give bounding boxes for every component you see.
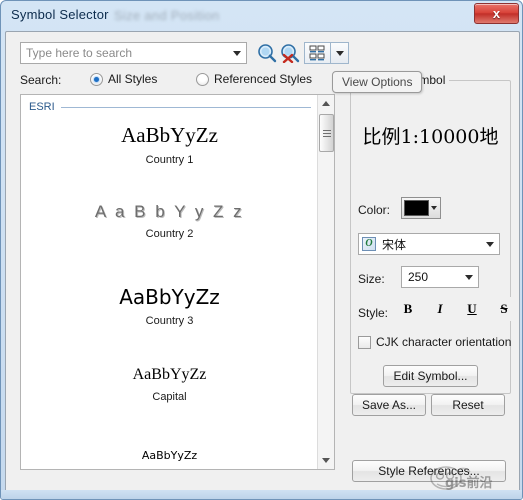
radio-referenced-styles[interactable]: Referenced Styles — [196, 72, 312, 86]
window-title-ghost-text: Size and Position — [114, 8, 220, 23]
edit-symbol-button[interactable]: Edit Symbol... — [383, 365, 478, 387]
view-options-button[interactable] — [304, 42, 330, 64]
symbol-sample: AaBbYyZz — [132, 366, 207, 383]
strikethrough-button[interactable]: S — [490, 297, 518, 321]
symbol-sample: AaBbYyZz — [121, 123, 218, 147]
view-options-dropdown-button[interactable] — [330, 42, 349, 64]
list-item[interactable]: AaBbYyZz Country 1 — [21, 125, 318, 166]
underline-button[interactable]: U — [458, 297, 486, 321]
window-bottom-edge — [1, 490, 522, 499]
bold-button[interactable]: B — [394, 297, 422, 321]
italic-button[interactable]: I — [426, 297, 454, 321]
window-title: Symbol Selector — [11, 7, 109, 22]
style-label: Style: — [358, 306, 389, 320]
title-bar[interactable]: Symbol Selector Size and Position x — [1, 1, 522, 31]
symbol-preview: 比例1:10000地 — [351, 90, 510, 184]
size-combo[interactable]: 250 — [401, 266, 479, 288]
clear-search-icon[interactable] — [280, 43, 300, 64]
cjk-character-orientation-checkbox[interactable]: CJK character orientation — [358, 335, 511, 349]
checkbox-mark — [358, 335, 371, 349]
font-combo[interactable]: O 宋体 — [358, 233, 500, 255]
style-references-button[interactable]: Style References... — [352, 460, 506, 482]
symbol-category-label: ESRI — [29, 101, 55, 113]
symbol-list-scroll-area: ESRI AaBbYyZz Country 1 A a B b Y y Z z … — [21, 95, 318, 469]
chevron-down-icon — [486, 241, 494, 247]
radio-referenced-styles-mark — [196, 72, 209, 86]
color-swatch-button[interactable] — [401, 197, 441, 219]
search-icon-svg — [258, 44, 277, 63]
color-dropdown-arrow[interactable] — [429, 206, 438, 210]
scroll-down-icon[interactable] — [318, 452, 334, 469]
list-item[interactable]: A a B b Y y Z z Country 2 — [21, 203, 318, 240]
chevron-down-icon — [465, 274, 473, 280]
dialog-client-area: Search: All Styles Referenced Styles ESR… — [5, 31, 520, 499]
symbol-label: Capital — [152, 391, 187, 403]
list-item[interactable]: AaBbYyZz Capital — [21, 367, 318, 403]
chevron-down-icon — [233, 50, 241, 56]
save-as-button[interactable]: Save As... — [352, 394, 426, 416]
symbol-sample: AaBbYyZz — [141, 449, 198, 462]
scrollbar-thumb[interactable] — [319, 114, 334, 152]
view-options-tooltip: View Options — [332, 71, 423, 93]
color-label: Color: — [358, 203, 391, 217]
list-item[interactable]: AaBbYyZz Country 3 — [21, 287, 318, 327]
reset-button[interactable]: Reset — [431, 394, 505, 416]
symbol-selector-dialog: Symbol Selector Size and Position x Type… — [0, 0, 523, 500]
symbol-list-panel[interactable]: ESRI AaBbYyZz Country 1 A a B b Y y Z z … — [20, 94, 335, 470]
cjk-checkbox-label: CJK character orientation — [376, 335, 512, 349]
clear-search-icon-svg — [281, 44, 300, 64]
symbol-list-scrollbar[interactable] — [317, 95, 334, 469]
symbol-label: Country 1 — [145, 154, 194, 166]
search-input[interactable] — [21, 43, 228, 63]
search-combo[interactable] — [20, 42, 247, 64]
size-label: Size: — [358, 272, 385, 286]
chevron-down-icon — [430, 206, 437, 210]
size-value: 250 — [408, 270, 429, 284]
close-icon: x — [492, 6, 501, 21]
symbol-label: Country 3 — [145, 315, 194, 327]
grid-view-icon — [309, 45, 325, 61]
symbol-sample: AaBbYyZz — [119, 285, 220, 309]
category-divider — [60, 106, 311, 108]
size-dropdown-arrow[interactable] — [460, 267, 478, 287]
search-icon[interactable] — [257, 43, 277, 63]
list-item[interactable]: AaBbYyZz — [21, 450, 318, 461]
font-dropdown-arrow[interactable] — [481, 234, 499, 254]
symbol-preview-text: 比例1:10000地 — [362, 125, 499, 148]
radio-all-styles-mark — [90, 72, 103, 86]
search-scope-label: Search: — [20, 73, 62, 87]
font-name-value: 宋体 — [382, 237, 407, 252]
symbol-sample: A a B b Y y Z z — [94, 202, 245, 221]
chevron-down-icon — [335, 50, 344, 56]
symbol-category-header: ESRI — [29, 100, 311, 114]
color-swatch — [404, 200, 429, 216]
radio-all-styles[interactable]: All Styles — [90, 72, 157, 86]
scroll-up-icon[interactable] — [318, 95, 334, 112]
radio-referenced-styles-label: Referenced Styles — [214, 72, 313, 86]
opentype-font-icon: O — [362, 237, 376, 251]
close-button[interactable]: x — [474, 3, 519, 24]
symbol-label: Country 2 — [145, 228, 194, 240]
radio-all-styles-label: All Styles — [108, 72, 158, 86]
search-dropdown-arrow[interactable] — [228, 43, 246, 63]
